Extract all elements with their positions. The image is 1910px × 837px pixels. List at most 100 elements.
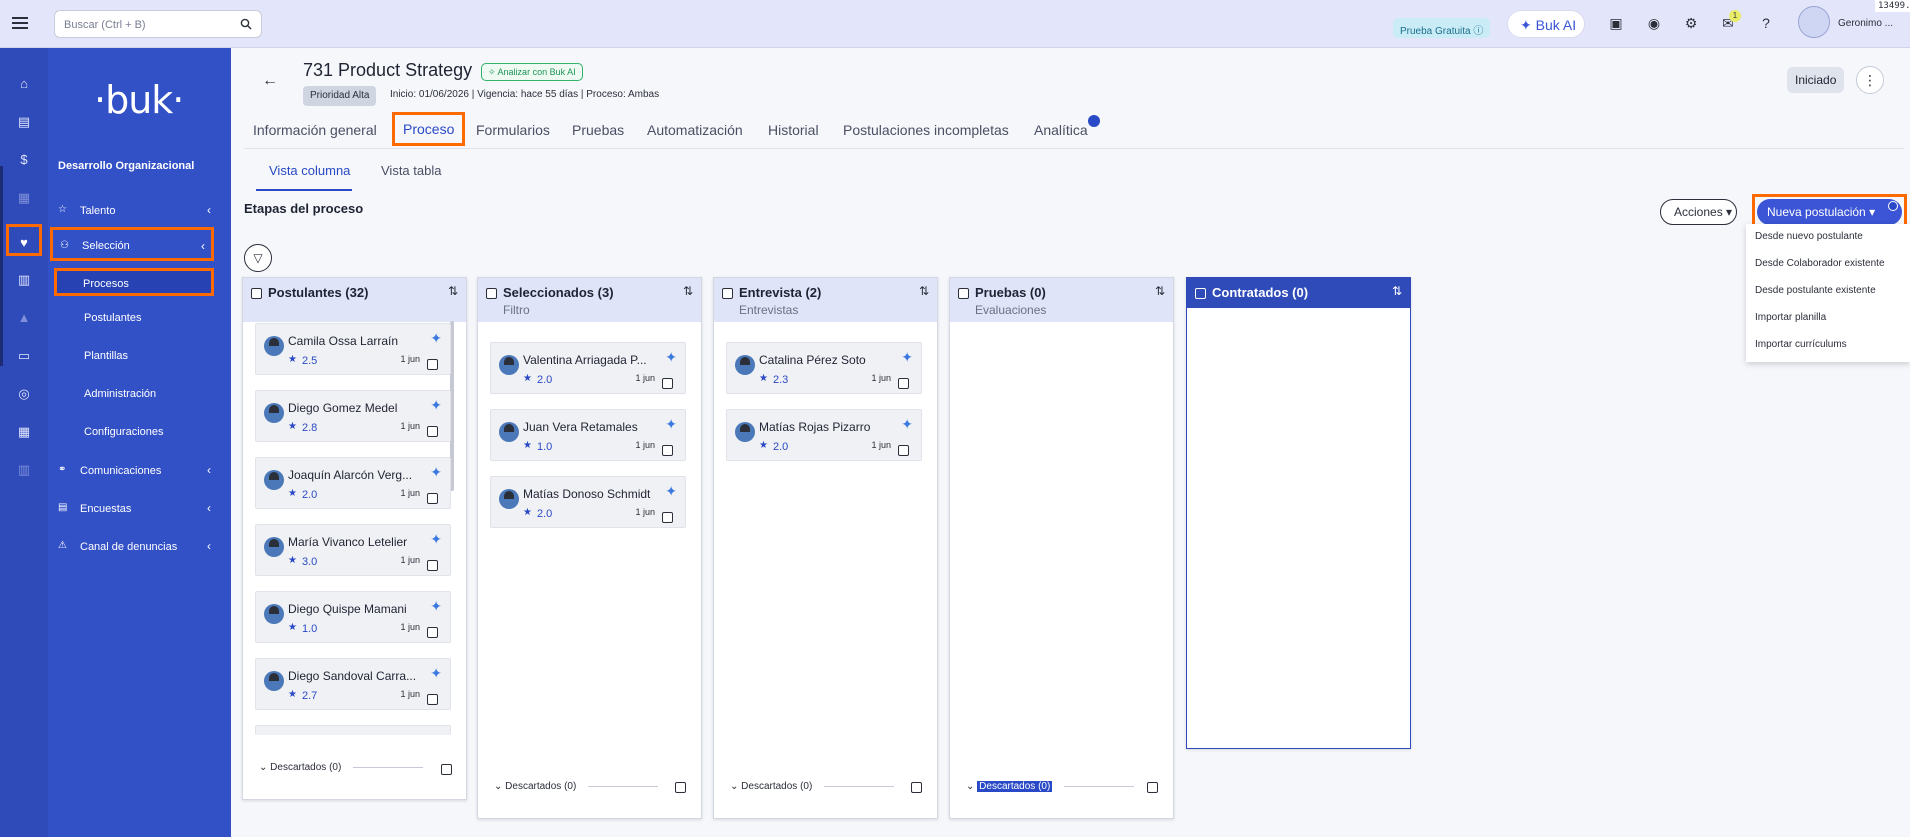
sort-icon[interactable]: ⇅: [1155, 284, 1165, 298]
tab-vista-columna[interactable]: Vista columna: [256, 163, 352, 191]
discarded-toggle[interactable]: ⌄ Descartados (0): [494, 781, 659, 792]
card-checkbox[interactable]: [427, 426, 438, 437]
candidate-card[interactable]: Camila Ossa Larraín ✦ ★ 2.5 1 jun: [255, 323, 451, 375]
sparkle-icon[interactable]: ✦: [430, 397, 442, 414]
candidate-card[interactable]: Diego Sandoval Carra... ✦ ★ 2.7 1 jun: [255, 658, 451, 710]
card-checkbox[interactable]: [662, 512, 673, 523]
card-checkbox[interactable]: [898, 378, 909, 389]
sidebar-item-configuraciones[interactable]: Configuraciones: [48, 421, 231, 443]
sparkle-icon[interactable]: ✦: [901, 349, 913, 366]
sidebar-item-canal-denuncias[interactable]: ⚠ Canal de denuncias ‹: [48, 535, 231, 559]
security-icon[interactable]: ◎: [14, 384, 34, 404]
buk-ai-button[interactable]: ✦ Buk AI: [1507, 10, 1585, 38]
candidate-card[interactable]: Joaquín Alarcón Verg... ✦ ★ 2.0 1 jun: [255, 457, 451, 509]
tab-formularios[interactable]: Formularios: [476, 122, 550, 138]
card-checkbox[interactable]: [898, 445, 909, 456]
folder-icon[interactable]: ▭: [14, 346, 34, 366]
home-icon[interactable]: ⌂: [14, 74, 34, 94]
sort-icon[interactable]: ⇅: [448, 284, 458, 298]
menu-item-nuevo-postulante[interactable]: Desde nuevo postulante: [1755, 231, 1863, 242]
menu-item-importar-curriculums[interactable]: Importar currículums: [1755, 339, 1847, 350]
sort-icon[interactable]: ⇅: [683, 284, 693, 298]
menu-icon[interactable]: [12, 14, 28, 30]
sidebar-item-administracion[interactable]: Administración: [48, 383, 231, 405]
sparkle-icon[interactable]: ✦: [430, 531, 442, 548]
candidate-card[interactable]: Matías Rojas Pizarro ✦ ★ 2.0 1 jun: [726, 409, 922, 461]
select-all-checkbox[interactable]: [486, 288, 497, 299]
eye-icon[interactable]: ◉: [1645, 14, 1663, 32]
sidebar-item-talento[interactable]: ☆ Talento ‹: [48, 199, 231, 223]
tab-automatizacion[interactable]: Automatización: [647, 122, 743, 138]
sidebar-item-procesos[interactable]: Procesos: [54, 268, 214, 296]
card-checkbox[interactable]: [427, 627, 438, 638]
sparkle-icon[interactable]: ✦: [901, 416, 913, 433]
gear-icon[interactable]: ⚙: [1682, 14, 1700, 32]
candidate-card[interactable]: Catalina Pérez Soto ✦ ★ 2.3 1 jun: [726, 342, 922, 394]
sparkle-icon[interactable]: ✦: [430, 464, 442, 481]
discarded-toggle[interactable]: ⌄ Descartados (0): [966, 781, 1135, 792]
select-all-checkbox[interactable]: [251, 288, 262, 299]
search-input[interactable]: Buscar (Ctrl + B): [54, 10, 262, 38]
card-checkbox[interactable]: [662, 445, 673, 456]
candidate-card[interactable]: Diego Gomez Medel ✦ ★ 2.8 1 jun: [255, 390, 451, 442]
money-icon[interactable]: $: [14, 150, 34, 170]
sparkle-icon[interactable]: ✦: [665, 349, 677, 366]
sort-icon[interactable]: ⇅: [1392, 284, 1402, 298]
discarded-toggle[interactable]: ⌄ Descartados (0): [259, 762, 424, 773]
bookmark-icon[interactable]: ▣: [1607, 14, 1625, 32]
back-arrow-icon[interactable]: ←: [262, 72, 278, 90]
tab-pruebas[interactable]: Pruebas: [572, 122, 624, 138]
sidebar-item-postulantes[interactable]: Postulantes: [48, 307, 231, 329]
select-all-checkbox[interactable]: [1195, 288, 1206, 299]
card-checkbox[interactable]: [427, 359, 438, 370]
tab-vista-tabla[interactable]: Vista tabla: [381, 163, 441, 178]
sidebar-item-plantillas[interactable]: Plantillas: [48, 345, 231, 367]
candidate-card[interactable]: Valentina Arriagada P... ✦ ★ 2.0 1 jun: [490, 342, 686, 394]
card-checkbox[interactable]: [427, 493, 438, 504]
sparkle-icon[interactable]: ✦: [430, 598, 442, 615]
card-checkbox[interactable]: [427, 694, 438, 705]
graduation-icon[interactable]: ▲: [14, 308, 34, 328]
analizar-button[interactable]: ✧ Analizar con Buk AI: [481, 63, 583, 81]
filter-icon[interactable]: ▽: [244, 244, 272, 272]
bank-icon[interactable]: ▥: [14, 460, 34, 480]
candidate-card[interactable]: María Vivanco Letelier ✦ ★ 3.0 1 jun: [255, 524, 451, 576]
sort-icon[interactable]: ⇅: [919, 284, 929, 298]
menu-item-importar-planilla[interactable]: Importar planilla: [1755, 312, 1826, 323]
acciones-button[interactable]: Acciones ▾: [1660, 199, 1737, 225]
tab-postulaciones-incompletas[interactable]: Postulaciones incompletas: [843, 122, 1009, 138]
select-all-checkbox[interactable]: [722, 288, 733, 299]
calendar-icon[interactable]: ▦: [14, 188, 34, 208]
tab-proceso[interactable]: Proceso: [392, 112, 466, 146]
discarded-checkbox[interactable]: [675, 782, 686, 793]
clipboard-icon[interactable]: ▤: [14, 112, 34, 132]
tab-analitica[interactable]: Analítica: [1034, 122, 1088, 138]
sidebar-item-encuestas[interactable]: ▤ Encuestas ‹: [48, 497, 231, 521]
sidebar-item-comunicaciones[interactable]: ⚭ Comunicaciones ‹: [48, 459, 231, 483]
recruitment-icon[interactable]: ♥: [6, 224, 42, 256]
select-all-checkbox[interactable]: [958, 288, 969, 299]
discarded-checkbox[interactable]: [441, 764, 452, 775]
tab-historial[interactable]: Historial: [768, 122, 819, 138]
sparkle-icon[interactable]: ✦: [665, 416, 677, 433]
discarded-toggle[interactable]: ⌄ Descartados (0): [730, 781, 895, 792]
status-badge[interactable]: Iniciado: [1787, 67, 1845, 93]
candidate-card[interactable]: Juan Vera Retamales ✦ ★ 1.0 1 jun: [490, 409, 686, 461]
discarded-checkbox[interactable]: [1147, 782, 1158, 793]
sidebar-item-seleccion[interactable]: ⚇ Selección ‹: [50, 227, 214, 261]
briefcase-icon[interactable]: ▥: [14, 270, 34, 290]
store-icon[interactable]: ▦: [14, 422, 34, 442]
menu-item-colaborador-existente[interactable]: Desde Colaborador existente: [1755, 258, 1885, 269]
card-checkbox[interactable]: [427, 560, 438, 571]
sparkle-icon[interactable]: ✦: [430, 330, 442, 347]
nueva-postulacion-button[interactable]: Nueva postulación ▾: [1757, 199, 1902, 225]
sparkle-icon[interactable]: ✦: [665, 483, 677, 500]
card-checkbox[interactable]: [662, 378, 673, 389]
menu-item-postulante-existente[interactable]: Desde postulante existente: [1755, 285, 1876, 296]
more-options-icon[interactable]: ⋮: [1856, 66, 1884, 94]
tab-informacion-general[interactable]: Información general: [253, 122, 377, 138]
candidate-card[interactable]: Diego Quispe Mamani ✦ ★ 1.0 1 jun: [255, 591, 451, 643]
candidate-card[interactable]: Matías Donoso Schmidt ✦ ★ 2.0 1 jun: [490, 476, 686, 528]
discarded-checkbox[interactable]: [911, 782, 922, 793]
help-icon[interactable]: ?: [1757, 14, 1775, 32]
